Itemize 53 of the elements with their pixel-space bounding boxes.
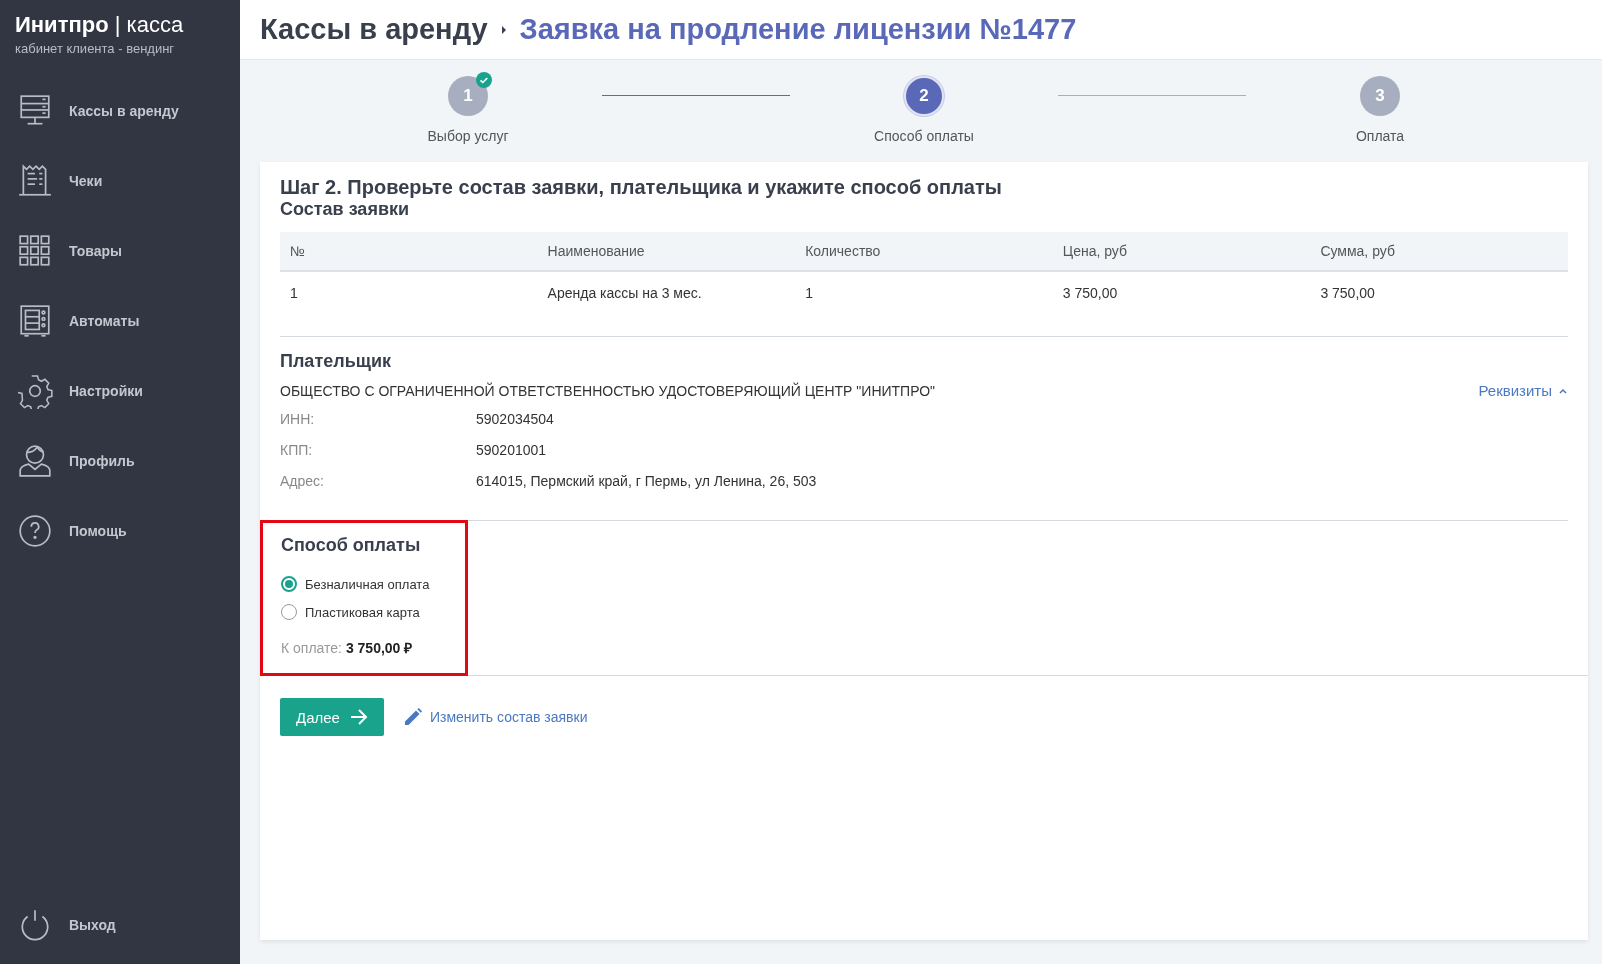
step-circle: 2 bbox=[904, 76, 944, 116]
field-value: 614015, Пермский край, г Пермь, ул Ленина, 26, 503 bbox=[476, 472, 817, 489]
cabinet-icon bbox=[17, 303, 53, 339]
sidebar-item[interactable]: Товары bbox=[0, 216, 240, 286]
step-circle: 3 bbox=[1360, 76, 1400, 116]
table-cell: 3 750,00 bbox=[1052, 271, 1311, 314]
page-title: Заявка на продление лицензии №1477 bbox=[519, 13, 1077, 46]
field-value: 590201001 bbox=[476, 441, 547, 458]
grid-icon bbox=[17, 233, 53, 269]
sidebar-item[interactable]: Автоматы bbox=[0, 286, 240, 356]
column-header: Сумма, руб bbox=[1310, 232, 1568, 271]
table-cell: Аренда кассы на 3 мес. bbox=[537, 271, 796, 314]
column-header: Наименование bbox=[537, 232, 796, 271]
pencil-icon bbox=[403, 708, 422, 726]
check-icon bbox=[476, 72, 492, 88]
field-label: Адрес: bbox=[280, 472, 325, 489]
help-icon bbox=[17, 513, 53, 549]
table-cell: 1 bbox=[280, 271, 538, 314]
logout-item[interactable]: Выход bbox=[0, 892, 240, 958]
column-header: № bbox=[280, 232, 538, 271]
step-label: Оплата bbox=[1355, 128, 1405, 144]
caret-icon bbox=[499, 23, 508, 36]
sidebar-item[interactable]: Чеки bbox=[0, 146, 240, 216]
sidebar-item[interactable]: Кассы в аренду bbox=[0, 76, 240, 146]
table-cell: 3 750,00 bbox=[1310, 271, 1568, 314]
step-label: Выбор услуг bbox=[427, 128, 509, 144]
details-link[interactable]: Реквизиты bbox=[1478, 382, 1568, 399]
company-name: ОБЩЕСТВО С ОГРАНИЧЕННОЙ ОТВЕТСТВЕННОСТЬЮ УДОСТОВЕРЯЮЩИЙ ЦЕНТР "ИНИТПРО" bbox=[280, 382, 936, 399]
column-header: Количество bbox=[795, 232, 1053, 271]
breadcrumb-link[interactable]: Кассы в аренду bbox=[260, 13, 488, 46]
section-title: Способ оплаты bbox=[281, 535, 422, 556]
radio-option[interactable]: Пластиковая карта bbox=[281, 604, 430, 620]
receipt-icon bbox=[17, 163, 53, 199]
field-value: 5902034504 bbox=[476, 410, 554, 427]
sidebar-item[interactable]: Профиль bbox=[0, 426, 240, 496]
section-title: Плательщик bbox=[280, 351, 392, 372]
field-label: ИНН: bbox=[280, 410, 316, 427]
person-icon bbox=[17, 443, 53, 479]
radio-button[interactable] bbox=[281, 576, 297, 592]
field-label: КПП: bbox=[280, 441, 314, 458]
table-cell: 1 bbox=[795, 271, 1053, 314]
brand-subtitle: кабинет клиента - вендинг bbox=[15, 41, 176, 56]
radio-option[interactable]: Безналичная оплата bbox=[281, 576, 430, 592]
brand-logo: Инитпро | касса bbox=[15, 12, 185, 38]
amount-due: К оплате: 3 750,00 ₽ bbox=[281, 639, 414, 657]
column-header: Цена, руб bbox=[1052, 232, 1311, 271]
step-label: Способ оплаты bbox=[874, 128, 974, 144]
edit-link[interactable]: Изменить состав заявки bbox=[403, 708, 588, 726]
section-title: Состав заявки bbox=[280, 199, 411, 220]
sidebar-item[interactable]: Настройки bbox=[0, 356, 240, 426]
sidebar-item[interactable]: Помощь bbox=[0, 496, 240, 566]
arrow-icon bbox=[349, 709, 368, 725]
step-heading: Шаг 2. Проверьте состав заявки, плательщика и укажите способ оплаты bbox=[280, 176, 1003, 199]
